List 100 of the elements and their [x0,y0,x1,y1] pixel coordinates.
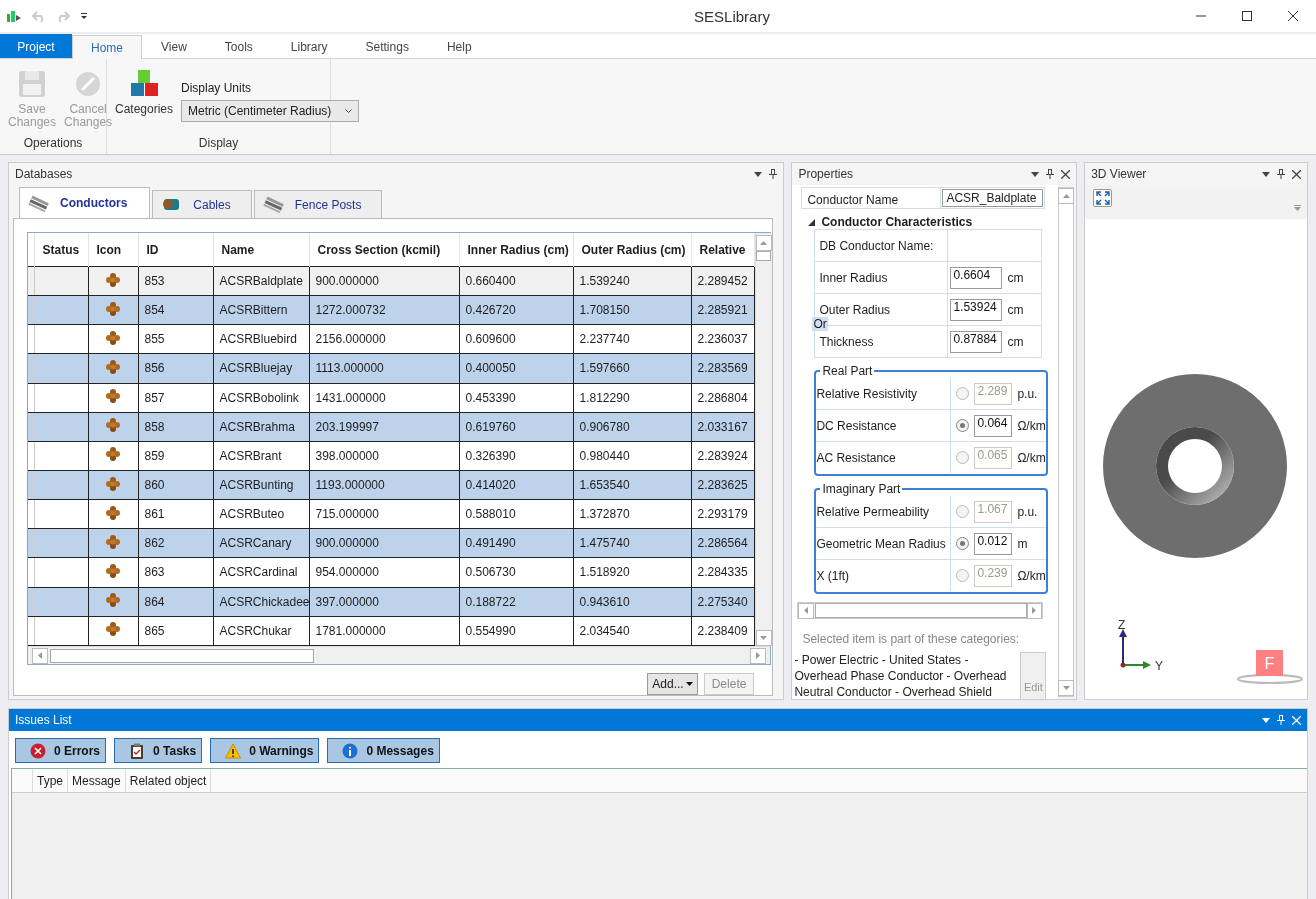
close-icon[interactable] [1292,169,1301,179]
table-cell: 2.283924 [691,441,754,471]
ribbon-button[interactable]: Categories [115,63,173,116]
ribbon-tab[interactable]: Library [271,35,347,58]
scroll-up-button[interactable] [1058,188,1075,204]
table-cell: 1.708150 [573,295,691,325]
scroll-down-button[interactable] [755,630,772,646]
radio-button[interactable] [956,419,970,432]
filter-button[interactable]: 0 Messages [327,738,440,763]
close-icon[interactable] [1061,169,1071,179]
value-field[interactable]: 1.53924 [950,298,1003,321]
dropdown-icon[interactable] [754,171,763,177]
column-header[interactable]: Type [33,769,68,792]
filter-button[interactable]: 0 Tasks [114,738,203,763]
maximize-icon [1242,11,1252,21]
name-field[interactable]: ACSR_Baldplate [942,189,1044,207]
table-cell: ACSRButeo [213,499,309,529]
expanded-icon[interactable] [808,218,816,226]
scroll-right-button[interactable] [750,647,766,664]
table-cell: 0.453390 [459,383,573,413]
column-header[interactable]: Status [34,233,88,267]
file-tab[interactable]: Project [0,34,72,58]
ribbon-tab[interactable]: Settings [346,35,428,58]
unit-label: Ω/km [1017,418,1046,433]
dropdown-icon[interactable] [1031,171,1040,177]
table-cell: 1272.000732 [309,295,459,325]
error-icon [30,742,46,759]
table-cell: 861 [138,499,213,529]
overflow-icon[interactable] [1294,205,1301,211]
filter-button[interactable]: 0 Warnings [210,738,320,763]
table-cell: 862 [138,528,213,558]
table-cell: 2.293179 [691,499,754,529]
dropdown-icon[interactable] [1262,171,1270,177]
column-header[interactable]: Icon [88,233,138,267]
column-header[interactable]: Inner Radius (cm) [459,233,573,267]
add-menu-button[interactable]: Add... [647,673,698,695]
pin-icon[interactable] [1277,169,1285,179]
scroll-thumb[interactable] [50,648,314,663]
scroll-left-button[interactable] [32,647,48,664]
ribbon-tab[interactable]: View [142,35,206,58]
scroll-thumb[interactable] [815,603,1027,618]
horizontal-scrollbar[interactable] [28,646,770,664]
pin-icon[interactable] [769,169,778,179]
blocks-icon [129,69,159,99]
column-header[interactable]: ID [138,233,213,267]
scroll-up-button[interactable] [755,235,772,251]
scroll-down-button[interactable] [1058,680,1075,696]
ribbon-tab[interactable]: Home [72,35,142,59]
table-cell: 859 [138,441,213,471]
vertical-scrollbar[interactable] [1058,187,1075,697]
or-label: Or [812,317,828,331]
value-field[interactable]: 0.87884 [950,330,1003,353]
column-header[interactable]: Message [68,769,126,792]
table-cell: ACSRCardinal [213,557,309,588]
table-cell: 1193.000000 [309,470,459,500]
table-cell: 2.275340 [691,587,754,617]
customize-icon[interactable] [80,12,88,20]
scroll-left-button[interactable] [798,602,815,619]
radio-button[interactable] [956,451,970,464]
database-tab[interactable]: Cables [152,190,252,218]
table-cell: 1.475740 [573,528,691,558]
pin-icon[interactable] [1046,169,1055,179]
dropdown-icon[interactable] [1262,717,1270,723]
ribbon-tab[interactable]: Tools [205,35,272,58]
database-tab[interactable]: Conductors [19,187,151,218]
radio-button[interactable] [956,569,970,582]
strand-bundle-icon [105,475,121,492]
strand-bundle-icon [105,621,121,638]
column-header[interactable]: Cross Section (kcmil) [309,233,459,267]
database-tab[interactable]: Fence Posts [253,190,383,218]
filter-button[interactable]: 0 Errors [15,738,107,763]
strand-bundle-icon [105,533,121,550]
field-label: Relative Resistivity [816,378,952,409]
undo-icon[interactable] [32,9,46,23]
table-cell: 854 [138,295,213,325]
value-field[interactable]: 0.6604 [950,266,1003,289]
table-cell: 0.326390 [459,441,573,471]
unit-label: Ω/km [1017,568,1046,583]
table-cell: 0.400050 [459,353,573,384]
field-label: DB Conductor Name: [815,230,949,261]
table-cell: 397.000000 [309,587,459,617]
fit-view-button[interactable] [1093,189,1113,207]
radio-button[interactable] [956,505,970,518]
radio-button[interactable] [956,387,970,400]
radio-button[interactable] [956,537,970,550]
table-cell: 0.588010 [459,499,573,529]
table-cell: ACSRBluejay [213,353,309,384]
value-field[interactable]: 0.064 [974,414,1013,437]
horizontal-scrollbar[interactable] [797,602,1044,619]
scroll-thumb[interactable] [756,251,771,261]
column-header[interactable]: Name [213,233,309,267]
column-header[interactable]: Relative [691,233,754,267]
redo-icon[interactable] [56,9,70,23]
column-header[interactable]: Outer Radius (cm) [573,233,691,267]
units-dropdown[interactable]: Metric (Centimeter Radius) [181,100,360,122]
table-cell: ACSRBunting [213,470,309,500]
table-cell: 853 [138,266,213,296]
value-field[interactable]: 0.012 [974,532,1013,555]
column-header[interactable]: Related object [125,769,212,792]
ribbon-tab[interactable]: Help [427,35,491,58]
